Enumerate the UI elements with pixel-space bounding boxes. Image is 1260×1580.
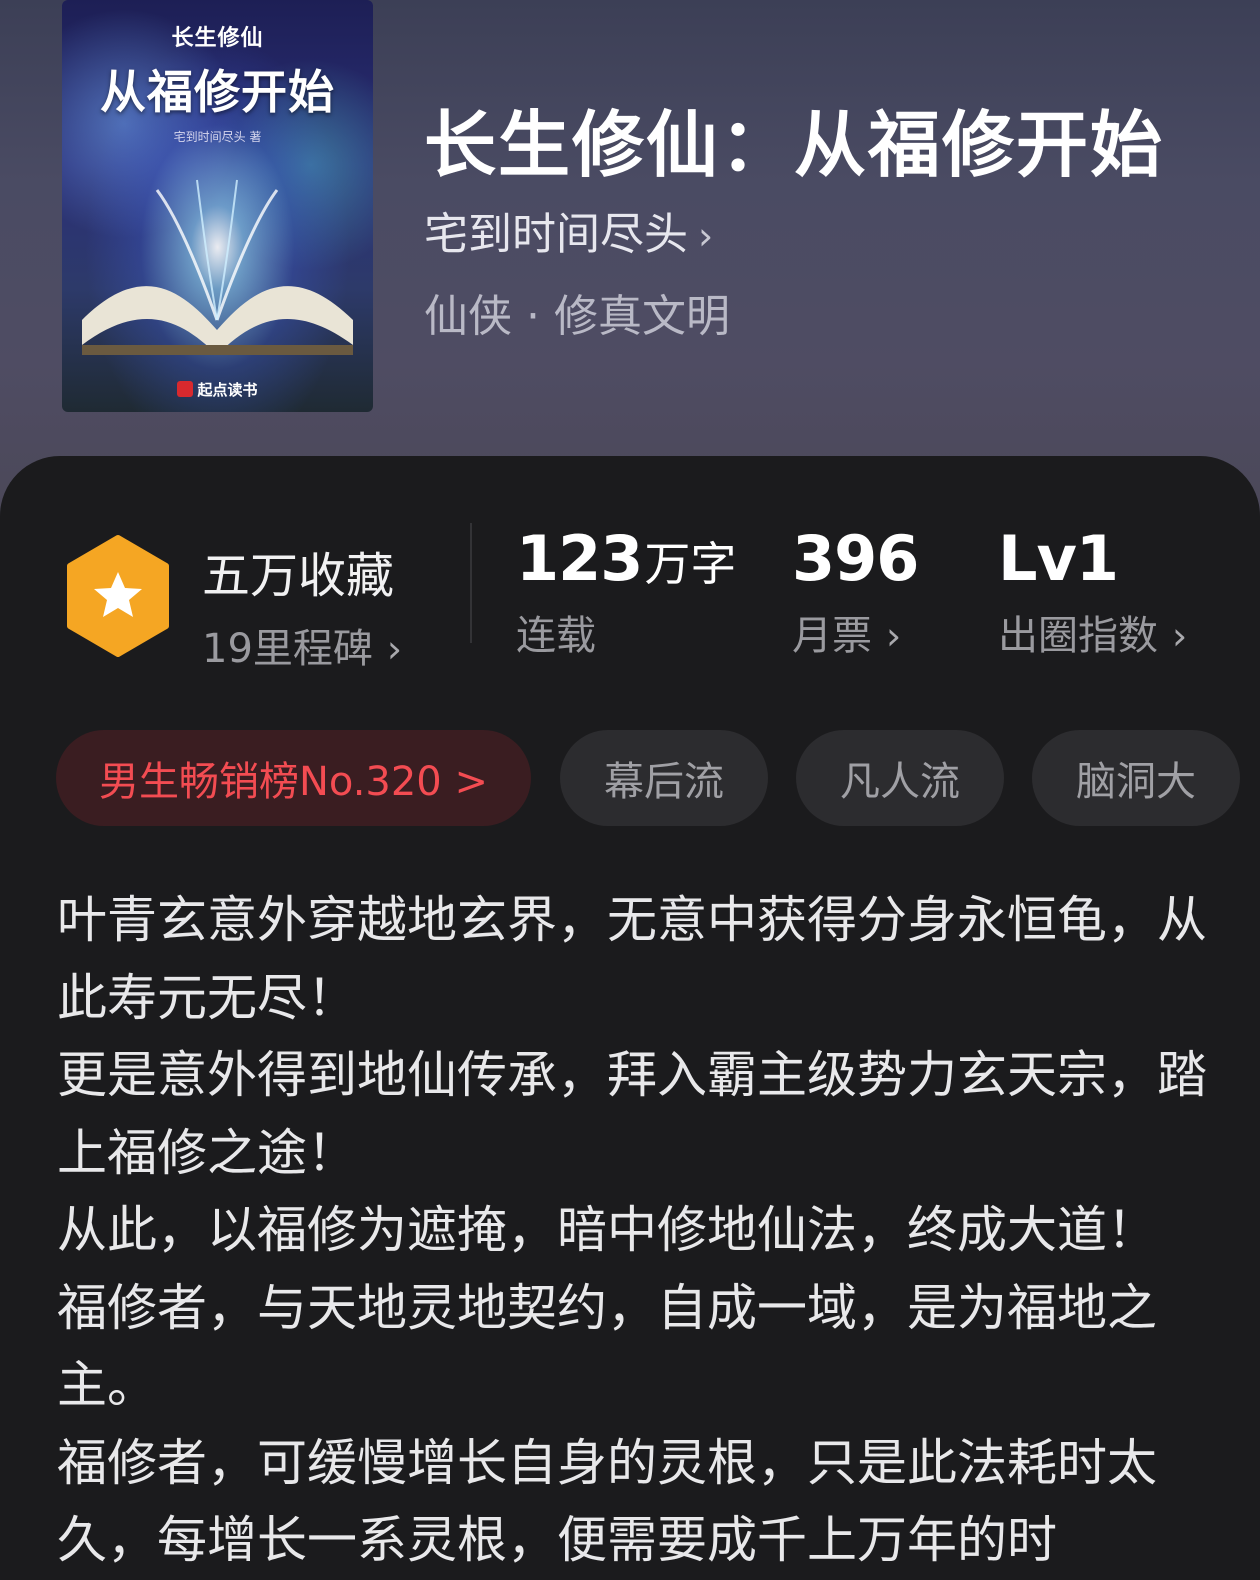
monthly-votes-value: 396	[792, 522, 919, 595]
book-cover[interactable]: 长生修仙 从福修开始 宅到时间尽头 著 起点读书	[62, 0, 373, 412]
book-header: 长生修仙 从福修开始 宅到时间尽头 著 起点读书 长生修仙：从福修开始 宅到时间…	[0, 0, 1260, 520]
description-paragraph: 福修者，与天地灵地契约，自成一域，是为福地之主。	[57, 1278, 1157, 1415]
book-genre: 仙侠 · 修真文明	[424, 291, 730, 342]
tag-chip[interactable]: 幕后流	[560, 730, 768, 826]
influence-link[interactable]: 出圈指数 ›	[998, 603, 1187, 661]
stat-divider	[470, 523, 472, 643]
chevron-right-icon: ›	[1172, 614, 1188, 658]
description-paragraph: 从此，以福修为遮掩，暗中修地仙法，终成大道！	[57, 1201, 1157, 1259]
description-paragraph: 叶青玄意外穿越地玄界，无意中获得分身永恒龟，从此寿元无尽！	[57, 891, 1207, 1027]
description-paragraph: 更是意外得到地仙传承，拜入霸主级势力玄天宗，踏上福修之途！	[57, 1046, 1207, 1182]
cover-publisher: 起点读书	[62, 379, 373, 400]
influence-value: Lv1	[998, 522, 1119, 595]
open-book-illustration	[82, 179, 353, 355]
tag-chip[interactable]: 凡人流	[796, 730, 1004, 826]
cover-author-label: 宅到时间尽头 著	[173, 130, 262, 144]
rank-chip[interactable]: 男生畅销榜No.320 >	[56, 730, 531, 826]
description-paragraph: 福修者，可缓慢增长自身的灵根，只是此法耗时太久，每增长一系灵根，便需要成千上万年…	[57, 1433, 1157, 1570]
book-title: 长生修仙：从福修开始	[424, 103, 1165, 187]
book-description: 叶青玄意外穿越地玄界，无意中获得分身永恒龟，从此寿元无尽！ 更是意外得到地仙传承…	[57, 882, 1207, 1580]
collection-label: 五万收藏	[202, 548, 395, 604]
chevron-right-icon: ›	[386, 627, 403, 671]
author-link[interactable]: 宅到时间尽头 ›	[424, 198, 713, 262]
cover-series-label: 长生修仙	[171, 26, 264, 51]
star-hexagon-icon	[67, 535, 169, 657]
word-count-value: 123万字	[516, 522, 737, 595]
chevron-right-icon: ›	[886, 614, 902, 658]
collection-stat[interactable]: 五万收藏 19里程碑 ›	[202, 536, 402, 674]
author-name: 宅到时间尽头	[424, 209, 688, 260]
influence-stat[interactable]: Lv1 出圈指数 ›	[998, 522, 1187, 661]
chevron-right-icon: ›	[698, 214, 714, 258]
tag-chip[interactable]: 脑洞大	[1032, 730, 1240, 826]
monthly-votes-link[interactable]: 月票 ›	[792, 603, 918, 661]
word-count-stat: 123万字 连载	[516, 522, 736, 661]
cover-title-label: 从福修开始	[100, 65, 335, 119]
serial-status: 连载	[516, 613, 596, 659]
monthly-votes-stat[interactable]: 396 月票 ›	[792, 522, 919, 661]
milestone-link[interactable]: 19里程碑 ›	[202, 616, 402, 674]
